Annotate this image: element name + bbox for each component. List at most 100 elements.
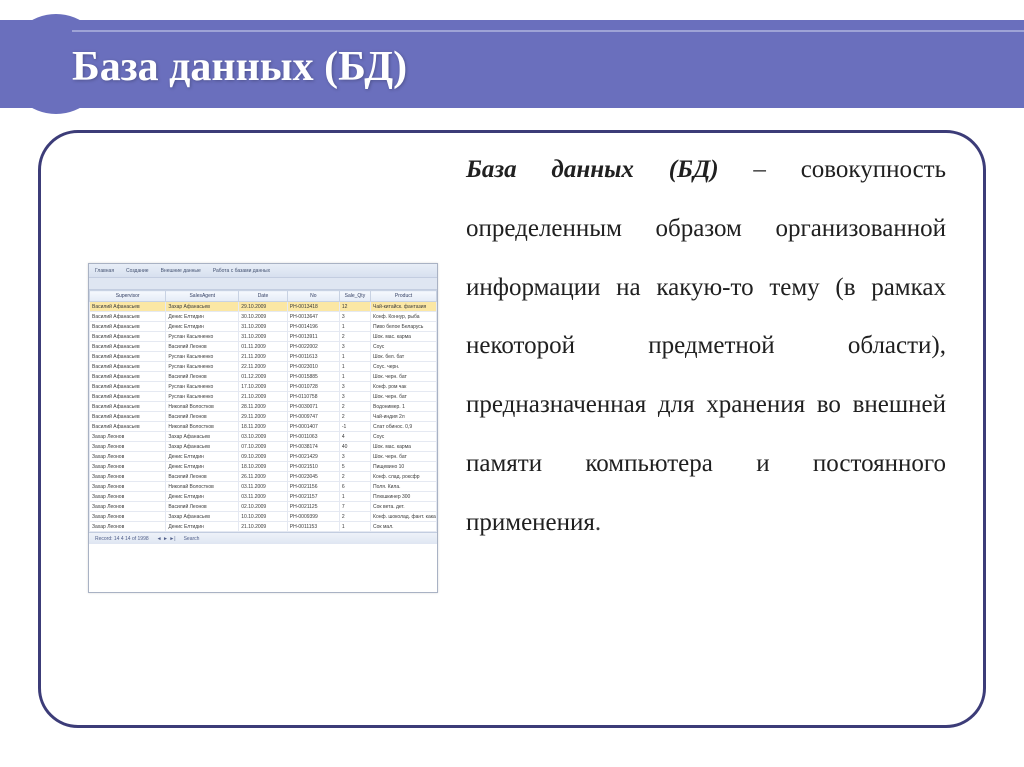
- table-cell: 29.10.2009: [239, 302, 288, 312]
- table-cell: 18.11.2009: [239, 422, 288, 432]
- table-cell: Шок. черн. бат: [371, 392, 437, 402]
- table-cell: Василий Афанасьев: [90, 382, 166, 392]
- table-cell: 4: [339, 432, 370, 442]
- table-cell: Захар Леонов: [90, 502, 166, 512]
- table-cell: Пиво белое Беларусь: [371, 322, 437, 332]
- app-subribbon: [89, 278, 437, 290]
- table-row: Василий АфанасьевНиколай Волостков18.11.…: [90, 422, 437, 432]
- table-cell: Конф. шоколад. фант. какао: [371, 512, 437, 522]
- db-table: Supervisor SalesAgent Date No Sale_Qty P…: [89, 290, 437, 532]
- content-card: База данных (БД) – совокупность определе…: [38, 130, 986, 728]
- table-row: Захар ЛеоновДенис Елтидин21.10.2009PH-00…: [90, 522, 437, 532]
- table-cell: PH-0011613: [287, 352, 339, 362]
- table-header-row: Supervisor SalesAgent Date No Sale_Qty P…: [90, 291, 437, 302]
- table-row: Захар ЛеоновДенис Елтидин18.10.2009PH-00…: [90, 462, 437, 472]
- table-cell: Василий Афанасьев: [90, 362, 166, 372]
- table-cell: -1: [339, 422, 370, 432]
- table-cell: 31.10.2009: [239, 322, 288, 332]
- table-cell: Конф. слад. роксфр: [371, 472, 437, 482]
- table-row: Захар ЛеоновВасилий Леонов02.10.2009PH-0…: [90, 502, 437, 512]
- table-cell: Руслан Касьяненко: [166, 352, 239, 362]
- table-cell: Шок. мас. карма: [371, 332, 437, 342]
- table-cell: Николай Волостков: [166, 482, 239, 492]
- table-cell: Василий Леонов: [166, 472, 239, 482]
- table-cell: 3: [339, 312, 370, 322]
- table-cell: Василий Афанасьев: [90, 312, 166, 322]
- table-cell: PH-0021125: [287, 502, 339, 512]
- table-cell: Василий Леонов: [166, 412, 239, 422]
- table-col-header: Date: [239, 291, 288, 302]
- table-cell: 2: [339, 412, 370, 422]
- table-cell: 26.11.2009: [239, 472, 288, 482]
- table-cell: PH-0001407: [287, 422, 339, 432]
- table-cell: 21.10.2009: [239, 392, 288, 402]
- table-cell: Шок. черн. бат: [371, 452, 437, 462]
- table-cell: 21.10.2009: [239, 522, 288, 532]
- table-row: Василий АфанасьевРуслан Касьяненко21.10.…: [90, 392, 437, 402]
- search-label: Search: [184, 536, 200, 542]
- table-cell: 09.10.2009: [239, 452, 288, 462]
- table-cell: Василий Леонов: [166, 502, 239, 512]
- table-cell: Шок. черн. бат: [371, 372, 437, 382]
- table-cell: PH-0011063: [287, 432, 339, 442]
- table-cell: Василий Афанасьев: [90, 412, 166, 422]
- table-cell: 3: [339, 392, 370, 402]
- table-col-header: SalesAgent: [166, 291, 239, 302]
- table-row: Василий АфанасьевВасилий Леонов29.11.200…: [90, 412, 437, 422]
- table-cell: Денис Елтидин: [166, 322, 239, 332]
- table-cell: PH-0030071: [287, 402, 339, 412]
- table-row: Захар ЛеоновЗахар Афанасьев10.10.2009PH-…: [90, 512, 437, 522]
- table-row: Василий АфанасьевРуслан Касьяненко22.11.…: [90, 362, 437, 372]
- table-row: Василий АфанасьевРуслан Касьяненко17.10.…: [90, 382, 437, 392]
- table-cell: 01.11.2009: [239, 342, 288, 352]
- table-cell: 5: [339, 462, 370, 472]
- table-cell: PH-0015885: [287, 372, 339, 382]
- table-cell: PH-0009747: [287, 412, 339, 422]
- definition-dot: .: [595, 509, 601, 536]
- db-status-bar: Record: 14 4 14 of 1998 ◄ ► ►| Search: [89, 532, 437, 544]
- db-screenshot-illustration: Главная Создание Внешние данные Работа с…: [88, 263, 438, 593]
- table-cell: PH-0022002: [287, 342, 339, 352]
- table-cell: 1: [339, 352, 370, 362]
- table-cell: Шок. бел. бат: [371, 352, 437, 362]
- slide-title-banner: База данных (БД): [0, 20, 1024, 108]
- ribbon-tab: Главная: [95, 268, 114, 274]
- table-cell: 02.10.2009: [239, 502, 288, 512]
- table-cell: 01.12.2009: [239, 372, 288, 382]
- table-cell: Соус: [371, 432, 437, 442]
- table-cell: Захар Леонов: [90, 482, 166, 492]
- table-cell: Василий Афанасьев: [90, 302, 166, 312]
- table-row: Захар ЛеоновДенис Елтидин03.11.2009PH-00…: [90, 492, 437, 502]
- table-cell: Плюшкинер 300: [371, 492, 437, 502]
- table-cell: 1: [339, 372, 370, 382]
- table-row: Василий АфанасьевРуслан Касьяненко21.11.…: [90, 352, 437, 362]
- table-cell: Василий Леонов: [166, 342, 239, 352]
- table-cell: 3: [339, 382, 370, 392]
- table-row: Захар ЛеоновДенис Елтидин09.10.2009PH-00…: [90, 452, 437, 462]
- table-cell: Руслан Касьяненко: [166, 332, 239, 342]
- table-cell: 3: [339, 342, 370, 352]
- table-cell: PH-0023045: [287, 472, 339, 482]
- table-cell: 6: [339, 482, 370, 492]
- table-cell: 21.11.2009: [239, 352, 288, 362]
- table-cell: Захар Леонов: [90, 472, 166, 482]
- table-cell: Василий Афанасьев: [90, 332, 166, 342]
- table-cell: Соус: [371, 342, 437, 352]
- ribbon-tab: Внешние данные: [161, 268, 201, 274]
- table-cell: Василий Афанасьев: [90, 402, 166, 412]
- table-row: Василий АфанасьевЗахар Афанасьев29.10.20…: [90, 302, 437, 312]
- table-row: Захар ЛеоновЗахар Афанасьев07.10.2009PH-…: [90, 442, 437, 452]
- table-cell: Николай Волостков: [166, 402, 239, 412]
- table-cell: Руслан Касьяненко: [166, 392, 239, 402]
- table-cell: Денис Елтидин: [166, 492, 239, 502]
- table-cell: 2: [339, 402, 370, 412]
- definition-dash: –: [719, 156, 801, 183]
- table-cell: PH-0011153: [287, 522, 339, 532]
- table-cell: Василий Афанасьев: [90, 342, 166, 352]
- title-rule: [72, 30, 1024, 32]
- table-cell: 1: [339, 522, 370, 532]
- table-cell: 22.11.2009: [239, 362, 288, 372]
- table-cell: Сок вета. дет.: [371, 502, 437, 512]
- table-cell: PH-0038174: [287, 442, 339, 452]
- table-cell: 30.10.2009: [239, 312, 288, 322]
